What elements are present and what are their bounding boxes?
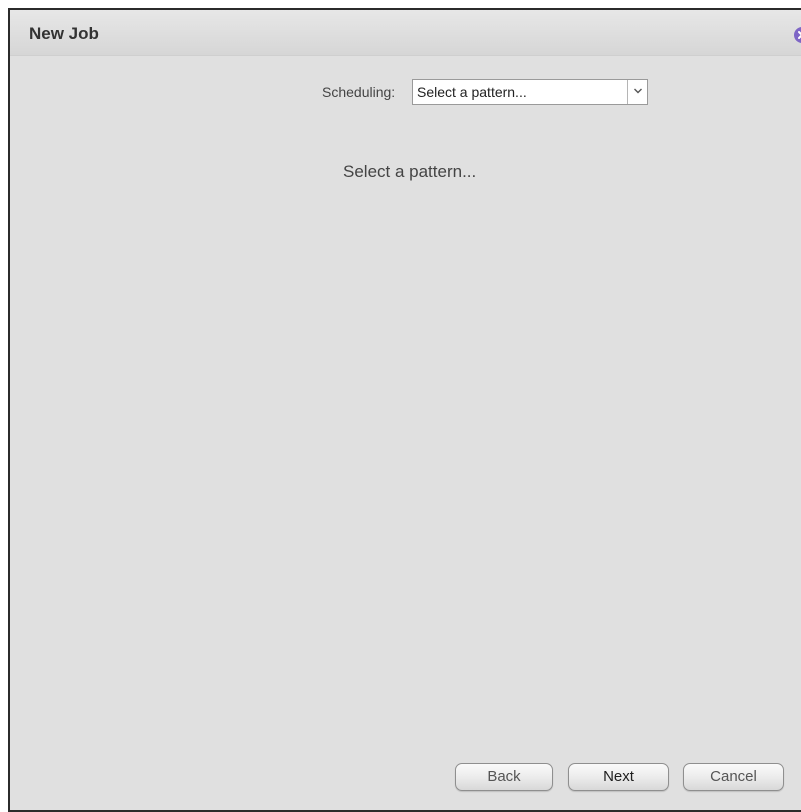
new-job-dialog: New Job Scheduling: Select a pattern... …	[8, 8, 801, 812]
dialog-titlebar[interactable]: New Job	[10, 10, 801, 56]
chevron-down-icon[interactable]	[627, 80, 647, 104]
close-icon[interactable]	[794, 27, 801, 43]
scheduling-label: Scheduling:	[322, 84, 396, 100]
cancel-button[interactable]: Cancel	[683, 763, 784, 791]
back-button[interactable]: Back	[455, 763, 553, 791]
scheduling-select[interactable]: Select a pattern...	[412, 79, 648, 105]
pattern-placeholder-message: Select a pattern...	[343, 162, 477, 181]
dialog-title: New Job	[29, 24, 99, 43]
next-button[interactable]: Next	[568, 763, 669, 791]
scheduling-selected-value: Select a pattern...	[417, 84, 527, 100]
